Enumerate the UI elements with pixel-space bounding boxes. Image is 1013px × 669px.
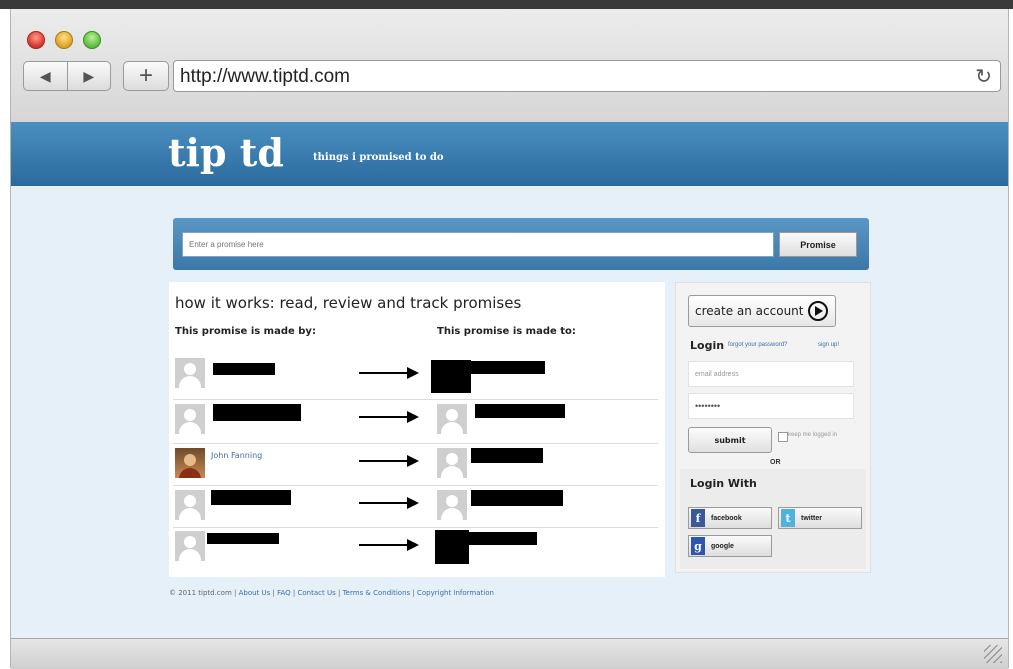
browser-status-bar	[11, 638, 1008, 669]
user-avatar[interactable]	[175, 490, 205, 520]
minimize-window-button[interactable]	[55, 31, 73, 49]
promise-row	[169, 485, 665, 525]
made-to-header: This promise is made to:	[437, 326, 576, 337]
redacted-name	[475, 404, 565, 418]
user-avatar-photo[interactable]	[175, 448, 205, 478]
how-it-works-title: how it works: read, review and track pro…	[175, 294, 522, 312]
promise-form: Promise	[173, 218, 869, 270]
terms-link[interactable]: Terms & Conditions	[343, 589, 411, 597]
keep-logged-in-label: keep me logged in	[788, 432, 838, 438]
create-account-button[interactable]: create an account	[688, 295, 836, 327]
how-it-works-panel: how it works: read, review and track pro…	[169, 282, 665, 577]
login-with-heading: Login With	[690, 477, 757, 490]
redacted-name	[469, 532, 537, 545]
login-heading: Login	[690, 339, 725, 352]
arrow-right-icon	[359, 497, 419, 509]
redacted-avatar	[431, 360, 471, 393]
forward-arrow-icon: ▶	[83, 67, 95, 84]
user-avatar[interactable]	[175, 404, 205, 434]
copyright-info-link[interactable]: Copyright Information	[417, 589, 494, 597]
arrow-right-icon	[359, 539, 419, 551]
promise-row	[169, 354, 665, 394]
close-window-button[interactable]	[27, 31, 45, 49]
resize-grip-icon[interactable]	[984, 645, 1002, 663]
google-login-button[interactable]: g google	[688, 535, 772, 557]
user-avatar[interactable]	[437, 490, 467, 520]
forgot-password-link[interactable]: forgot your password?	[728, 342, 787, 348]
facebook-icon: f	[691, 509, 705, 527]
account-sidebar: create an account Login forgot your pass…	[675, 282, 871, 573]
about-us-link[interactable]: About Us	[239, 589, 271, 597]
email-field[interactable]: email address	[688, 361, 854, 387]
redacted-name	[471, 448, 543, 463]
browser-toolbar: ◀ ▶ + http://www.tiptd.com ↻	[11, 9, 1008, 123]
promise-row	[169, 527, 665, 567]
user-name-link[interactable]: John Fanning	[211, 451, 262, 460]
url-text[interactable]: http://www.tiptd.com	[180, 66, 350, 88]
back-arrow-icon: ◀	[39, 67, 51, 84]
facebook-label: facebook	[711, 514, 742, 522]
user-avatar[interactable]	[437, 448, 467, 478]
promise-row	[169, 399, 665, 439]
sign-up-link[interactable]: sign up!	[818, 342, 839, 348]
promise-row: John Fanning	[169, 443, 665, 483]
google-icon: g	[691, 537, 705, 555]
submit-button[interactable]: submit	[688, 427, 772, 453]
footer-separator: |	[234, 589, 237, 597]
redacted-name	[211, 490, 291, 505]
new-tab-button[interactable]: +	[123, 61, 169, 91]
user-avatar[interactable]	[437, 404, 467, 434]
play-circle-icon	[808, 301, 828, 321]
promise-input[interactable]	[182, 232, 774, 257]
contact-us-link[interactable]: Contact Us	[298, 589, 336, 597]
social-login-panel: Login With f facebook t twitter g google	[680, 469, 866, 569]
promise-button[interactable]: Promise	[779, 232, 857, 257]
history-nav: ◀ ▶	[23, 61, 111, 91]
user-avatar[interactable]	[175, 531, 205, 561]
site-footer: © 2011 tiptd.com | About Us | FAQ | Cont…	[169, 589, 494, 597]
footer-separator: |	[292, 589, 296, 597]
site-logo[interactable]: tip td	[168, 130, 284, 175]
faq-link[interactable]: FAQ	[277, 589, 291, 597]
twitter-icon: t	[781, 509, 795, 527]
screen-top-bar	[0, 0, 1013, 9]
arrow-right-icon	[359, 411, 419, 423]
redacted-name	[213, 404, 301, 421]
google-label: google	[711, 542, 734, 550]
site-tagline: things i promised to do	[313, 152, 444, 163]
redacted-name	[471, 361, 545, 374]
redacted-name	[207, 533, 279, 544]
web-page: tip td things i promised to do Promise h…	[11, 122, 1008, 638]
arrow-right-icon	[359, 455, 419, 467]
redacted-avatar	[435, 530, 469, 564]
address-bar[interactable]: http://www.tiptd.com ↻	[173, 60, 1001, 92]
footer-separator: |	[272, 589, 275, 597]
browser-window: ◀ ▶ + http://www.tiptd.com ↻ tip td thin…	[10, 9, 1009, 669]
forward-button[interactable]: ▶	[66, 62, 111, 90]
twitter-label: twitter	[801, 514, 822, 522]
or-separator: OR	[770, 459, 781, 466]
plus-icon: +	[138, 62, 153, 89]
reload-icon[interactable]: ↻	[975, 64, 992, 89]
password-field[interactable]: ••••••••	[688, 393, 854, 419]
redacted-name	[471, 490, 563, 506]
footer-separator: |	[412, 589, 415, 597]
twitter-login-button[interactable]: t twitter	[778, 507, 862, 529]
arrow-right-icon	[359, 367, 419, 379]
facebook-login-button[interactable]: f facebook	[688, 507, 772, 529]
redacted-name	[213, 363, 275, 375]
made-by-header: This promise is made by:	[175, 326, 316, 337]
back-button[interactable]: ◀	[24, 62, 67, 90]
create-account-label: create an account	[695, 304, 804, 318]
site-header: tip td things i promised to do	[11, 122, 1008, 186]
keep-logged-in-checkbox[interactable]	[778, 432, 788, 442]
zoom-window-button[interactable]	[83, 31, 101, 49]
footer-separator: |	[337, 589, 341, 597]
copyright-text: © 2011 tiptd.com	[169, 589, 232, 597]
user-avatar[interactable]	[175, 358, 205, 388]
